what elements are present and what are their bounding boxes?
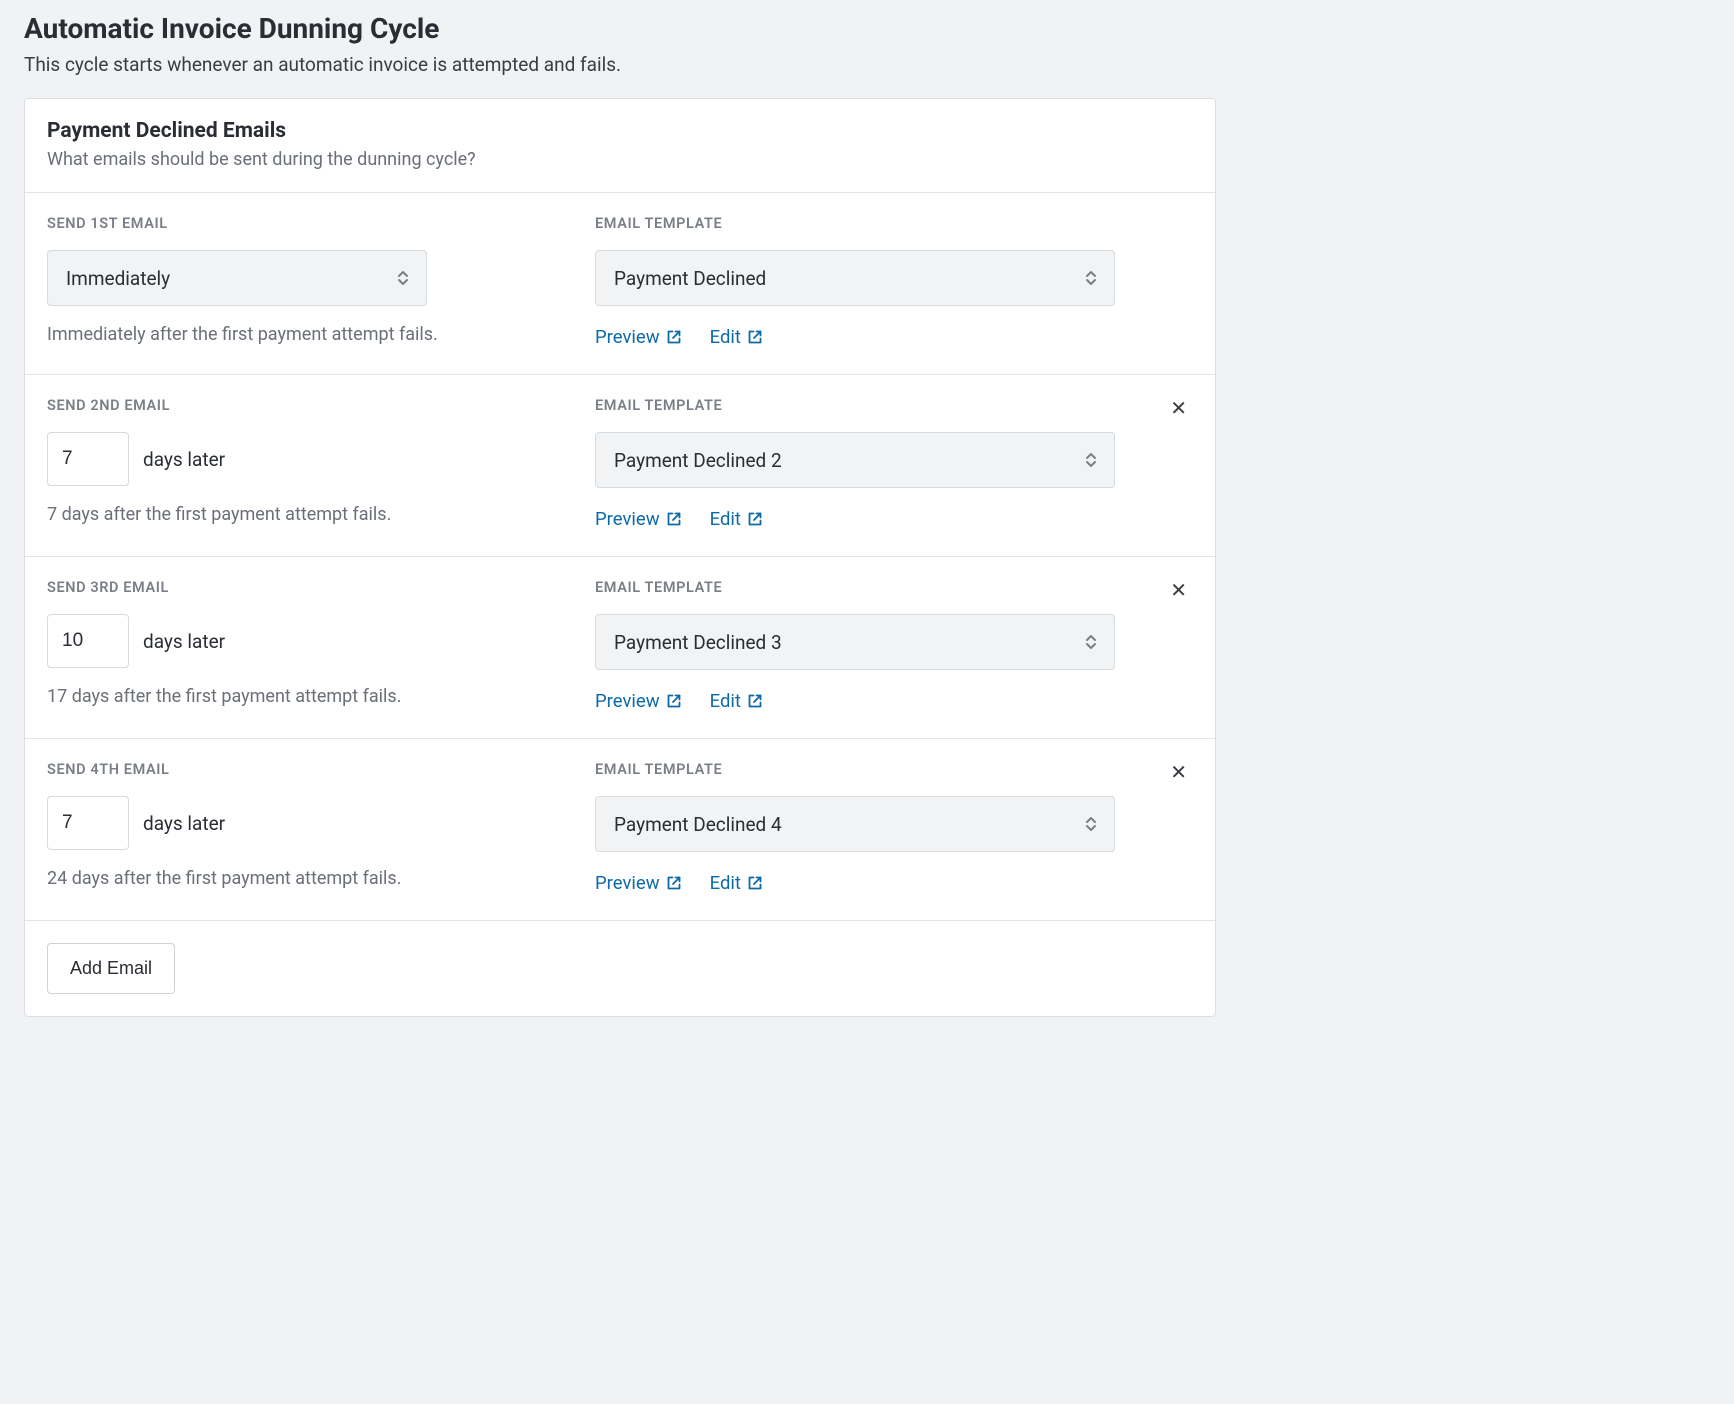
external-link-icon <box>666 329 682 345</box>
send-email-label: SEND 4TH EMAIL <box>47 761 567 778</box>
page-subtitle: This cycle starts whenever an automatic … <box>24 53 1216 76</box>
remove-email-button[interactable]: ✕ <box>1164 579 1193 603</box>
edit-link[interactable]: Edit <box>710 872 763 894</box>
timing-column: SEND 2ND EMAIL days later 7 days after the… <box>47 397 567 530</box>
template-actions: Preview Edit <box>595 326 1115 348</box>
external-link-icon <box>666 511 682 527</box>
edit-link-label: Edit <box>710 508 741 530</box>
sort-caret-icon <box>396 269 410 287</box>
timing-help-text: 24 days after the first payment attempt … <box>47 868 567 889</box>
template-select-value: Payment Declined 3 <box>614 631 782 654</box>
email-rows: SEND 1ST EMAIL Immediately Immediately af… <box>25 193 1215 921</box>
external-link-icon <box>666 693 682 709</box>
template-column: EMAIL TEMPLATE Payment Declined Preview E… <box>595 215 1115 348</box>
template-actions: Preview Edit <box>595 872 1115 894</box>
preview-link[interactable]: Preview <box>595 690 682 712</box>
days-input[interactable] <box>47 432 129 486</box>
template-actions: Preview Edit <box>595 508 1115 530</box>
edit-link-label: Edit <box>710 872 741 894</box>
edit-link[interactable]: Edit <box>710 690 763 712</box>
external-link-icon <box>666 875 682 891</box>
timing-column: SEND 3RD EMAIL days later 17 days after th… <box>47 579 567 712</box>
email-template-label: EMAIL TEMPLATE <box>595 579 1115 596</box>
external-link-icon <box>747 511 763 527</box>
timing-column: SEND 4TH EMAIL days later 24 days after th… <box>47 761 567 894</box>
send-email-label: SEND 2ND EMAIL <box>47 397 567 414</box>
page-title: Automatic Invoice Dunning Cycle <box>24 12 1216 45</box>
remove-column: ✕ <box>1143 397 1193 530</box>
email-row: SEND 2ND EMAIL days later 7 days after the… <box>25 375 1215 557</box>
timing-help-text: 7 days after the first payment attempt f… <box>47 504 567 525</box>
timing-help-text: Immediately after the first payment atte… <box>47 324 567 345</box>
preview-link-label: Preview <box>595 326 660 348</box>
preview-link-label: Preview <box>595 690 660 712</box>
close-icon: ✕ <box>1170 398 1187 420</box>
days-input[interactable] <box>47 796 129 850</box>
timing-help-text: 17 days after the first payment attempt … <box>47 686 567 707</box>
days-input-wrap: days later <box>47 432 567 486</box>
remove-email-button[interactable]: ✕ <box>1164 761 1193 785</box>
template-select-value: Payment Declined 4 <box>614 813 782 836</box>
sort-caret-icon <box>1084 815 1098 833</box>
external-link-icon <box>747 693 763 709</box>
card-title: Payment Declined Emails <box>47 119 1193 143</box>
template-select-value: Payment Declined 2 <box>614 449 782 472</box>
email-template-label: EMAIL TEMPLATE <box>595 761 1115 778</box>
template-select[interactable]: Payment Declined 3 <box>595 614 1115 670</box>
template-select[interactable]: Payment Declined 4 <box>595 796 1115 852</box>
card-footer: Add Email <box>25 921 1215 1016</box>
card-subtitle: What emails should be sent during the du… <box>47 149 1193 170</box>
email-template-label: EMAIL TEMPLATE <box>595 397 1115 414</box>
edit-link-label: Edit <box>710 690 741 712</box>
days-input-wrap: days later <box>47 614 567 668</box>
preview-link[interactable]: Preview <box>595 326 682 348</box>
remove-email-button[interactable]: ✕ <box>1164 397 1193 421</box>
close-icon: ✕ <box>1170 580 1187 602</box>
external-link-icon <box>747 329 763 345</box>
timing-select-value: Immediately <box>66 267 170 290</box>
preview-link-label: Preview <box>595 508 660 530</box>
template-column: EMAIL TEMPLATE Payment Declined 4 Preview… <box>595 761 1115 894</box>
sort-caret-icon <box>1084 633 1098 651</box>
close-icon: ✕ <box>1170 762 1187 784</box>
days-input[interactable] <box>47 614 129 668</box>
send-email-label: SEND 3RD EMAIL <box>47 579 567 596</box>
send-email-label: SEND 1ST EMAIL <box>47 215 567 232</box>
template-select[interactable]: Payment Declined 2 <box>595 432 1115 488</box>
edit-link[interactable]: Edit <box>710 326 763 348</box>
edit-link-label: Edit <box>710 326 741 348</box>
remove-column: ✕ <box>1143 579 1193 712</box>
timing-column: SEND 1ST EMAIL Immediately Immediately af… <box>47 215 567 348</box>
preview-link-label: Preview <box>595 872 660 894</box>
email-row: SEND 3RD EMAIL days later 17 days after th… <box>25 557 1215 739</box>
template-select-value: Payment Declined <box>614 267 766 290</box>
remove-column: ✕ <box>1143 761 1193 894</box>
dunning-emails-card: Payment Declined Emails What emails shou… <box>24 98 1216 1017</box>
days-later-label: days later <box>143 448 225 471</box>
template-column: EMAIL TEMPLATE Payment Declined 2 Preview… <box>595 397 1115 530</box>
days-later-label: days later <box>143 812 225 835</box>
email-row: SEND 1ST EMAIL Immediately Immediately af… <box>25 193 1215 375</box>
preview-link[interactable]: Preview <box>595 508 682 530</box>
template-select[interactable]: Payment Declined <box>595 250 1115 306</box>
sort-caret-icon <box>1084 451 1098 469</box>
timing-select[interactable]: Immediately <box>47 250 427 306</box>
card-header: Payment Declined Emails What emails shou… <box>25 99 1215 193</box>
sort-caret-icon <box>1084 269 1098 287</box>
template-actions: Preview Edit <box>595 690 1115 712</box>
email-template-label: EMAIL TEMPLATE <box>595 215 1115 232</box>
external-link-icon <box>747 875 763 891</box>
preview-link[interactable]: Preview <box>595 872 682 894</box>
edit-link[interactable]: Edit <box>710 508 763 530</box>
remove-column <box>1143 215 1193 348</box>
days-input-wrap: days later <box>47 796 567 850</box>
email-row: SEND 4TH EMAIL days later 24 days after th… <box>25 739 1215 921</box>
add-email-button[interactable]: Add Email <box>47 943 175 994</box>
days-later-label: days later <box>143 630 225 653</box>
template-column: EMAIL TEMPLATE Payment Declined 3 Preview… <box>595 579 1115 712</box>
